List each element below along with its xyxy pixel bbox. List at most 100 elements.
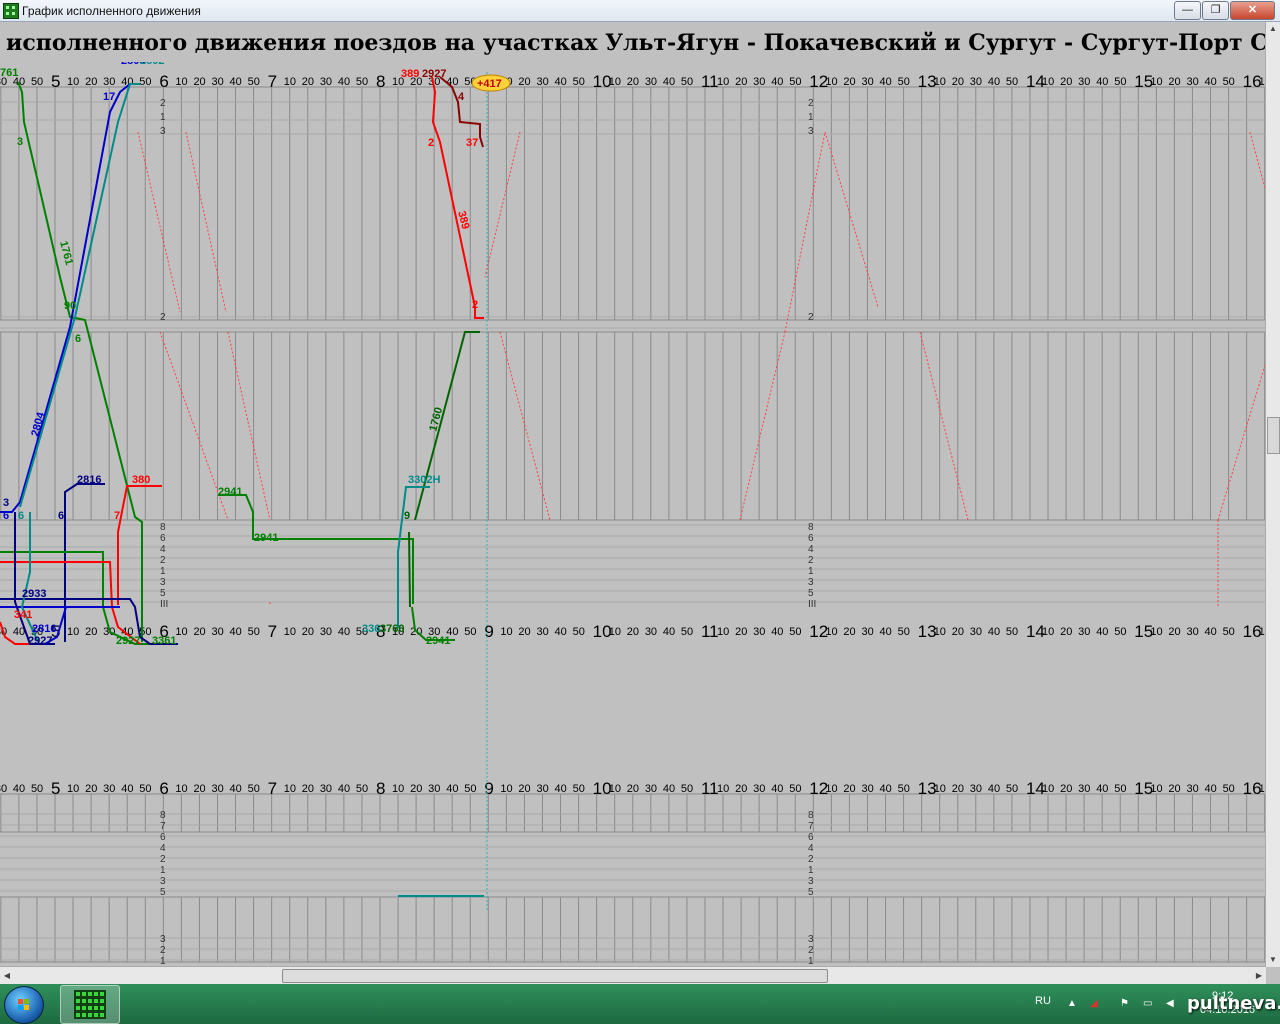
minute-label: 20 <box>627 783 639 795</box>
minute-label: 30 <box>970 783 982 795</box>
track-label: 7 <box>808 62 814 65</box>
minute-label: 50 <box>1223 76 1235 88</box>
vertical-scroll-thumb[interactable] <box>1267 417 1280 454</box>
minute-label: 10 <box>67 626 79 638</box>
minute-label: 10 <box>284 626 296 638</box>
display-icon[interactable]: ▭ <box>1143 998 1153 1009</box>
track-label: 2 <box>808 854 814 865</box>
minute-label: 50 <box>681 76 693 88</box>
minute-label: 20 <box>735 626 747 638</box>
minute-label: 50 <box>356 783 368 795</box>
hour-label: 8 <box>376 779 385 798</box>
scroll-right-icon[interactable]: ▶ <box>1252 967 1266 984</box>
track-label: 6 <box>808 832 814 843</box>
train-label-3361: 3361 <box>152 635 176 647</box>
minute-label: 40 <box>446 783 458 795</box>
minute-label: 20 <box>952 626 964 638</box>
hour-label: 11 <box>701 622 719 641</box>
minute-label: 40 <box>988 783 1000 795</box>
minute-label: 20 <box>1168 626 1180 638</box>
train-path-380 <box>117 485 162 605</box>
hour-label: 9 <box>484 779 493 798</box>
train-label-2927: 2927 <box>422 68 446 80</box>
minute-label: 30 <box>103 783 115 795</box>
minute-label: 30 <box>536 76 548 88</box>
train-path-389 <box>431 76 484 319</box>
close-button[interactable]: ✕ <box>1230 1 1275 20</box>
scroll-down-icon[interactable]: ▼ <box>1266 953 1280 967</box>
minute-label: 20 <box>193 783 205 795</box>
track-label: 8 <box>160 522 166 533</box>
track-label: 3 <box>808 577 814 588</box>
network-activity-icon[interactable]: ◢ <box>1090 998 1100 1009</box>
minute-label: 40 <box>771 626 783 638</box>
train-schedule-graph[interactable]: 30 40 50 5 10 20 30 40 50 6 10 20 30 40 50 7 10 20 30 40 50 8… <box>0 62 1266 966</box>
maximize-button[interactable]: ❐ <box>1202 1 1229 20</box>
minute-label: 50 <box>1006 626 1018 638</box>
minute-label: 10 <box>1042 626 1054 638</box>
vertical-scrollbar[interactable]: ▲ ▼ <box>1265 22 1280 967</box>
train-label-4: 4 <box>458 91 465 103</box>
minute-label: 30 <box>103 76 115 88</box>
minute-label: 30 <box>645 76 657 88</box>
train-label-2: 2 <box>428 137 434 149</box>
train-label-1761: 1761 <box>57 240 75 267</box>
hour-label: 6 <box>159 72 168 91</box>
minute-label: 30 <box>861 783 873 795</box>
minute-label: 50 <box>898 783 910 795</box>
scroll-up-icon[interactable]: ▲ <box>1266 22 1280 36</box>
language-indicator[interactable]: RU <box>1035 995 1051 1007</box>
track-label: 3 <box>160 126 166 137</box>
planned-route <box>137 131 181 313</box>
minute-label: 30 <box>211 783 223 795</box>
minute-label: 20 <box>952 76 964 88</box>
action-center-flag-icon[interactable]: ⚑ <box>1120 998 1130 1009</box>
minute-label: 40 <box>880 626 892 638</box>
minute-label: 30 <box>211 626 223 638</box>
minute-label: 30 <box>753 76 765 88</box>
track-label: 8 <box>808 810 814 821</box>
train-label-336: 336 <box>362 623 380 635</box>
minute-label: 50 <box>248 626 260 638</box>
minute-label: 30 <box>970 626 982 638</box>
horizontal-scrollbar[interactable]: ◀ ▶ <box>0 966 1266 984</box>
volume-icon[interactable]: ◀ <box>1166 998 1176 1009</box>
track-label: 2 <box>160 854 166 865</box>
track-label: 1 <box>160 865 166 876</box>
train-label-380: 380 <box>132 474 150 486</box>
train-label-341: 341 <box>14 609 32 621</box>
planned-route <box>484 131 521 278</box>
minute-label: 30 <box>753 783 765 795</box>
train-label-761: 761 <box>0 67 18 79</box>
track-label: 3 <box>808 876 814 887</box>
train-label-6-teal: 6 <box>18 510 24 522</box>
minute-label: 10 <box>934 783 946 795</box>
minute-label: 50 <box>464 626 476 638</box>
minimize-button[interactable]: — <box>1174 1 1201 20</box>
train-label-3-navy: 3 <box>3 497 9 509</box>
minute-label: 20 <box>843 626 855 638</box>
track-label: 2 <box>808 98 814 109</box>
minute-label: 50 <box>248 76 260 88</box>
track-label: 2 <box>160 555 166 566</box>
minute-label: 30 <box>1186 626 1198 638</box>
minute-label: 10 <box>175 783 187 795</box>
track-label: 1 <box>808 566 814 577</box>
train-label-2933: 2933 <box>22 588 46 600</box>
show-hidden-icons-icon[interactable]: ▲ <box>1067 998 1077 1009</box>
horizontal-scroll-thumb[interactable] <box>282 969 828 983</box>
window-title: График исполненного движения <box>22 4 201 18</box>
minute-label: 10 <box>609 783 621 795</box>
start-button[interactable] <box>4 986 44 1024</box>
track-label: 2 <box>808 945 814 956</box>
scroll-left-icon[interactable]: ◀ <box>0 967 14 984</box>
train-label-2941: 2941 <box>218 486 242 498</box>
train-label-9: 9 <box>404 510 410 522</box>
track-label: 4 <box>160 843 166 854</box>
hour-label: 11 <box>701 72 719 91</box>
minute-label: 50 <box>1006 76 1018 88</box>
taskbar-app-schedule[interactable] <box>60 985 120 1024</box>
minute-label: 40 <box>988 626 1000 638</box>
train-label-3302: 3302Н <box>408 474 440 486</box>
minute-label: 40 <box>1205 626 1217 638</box>
